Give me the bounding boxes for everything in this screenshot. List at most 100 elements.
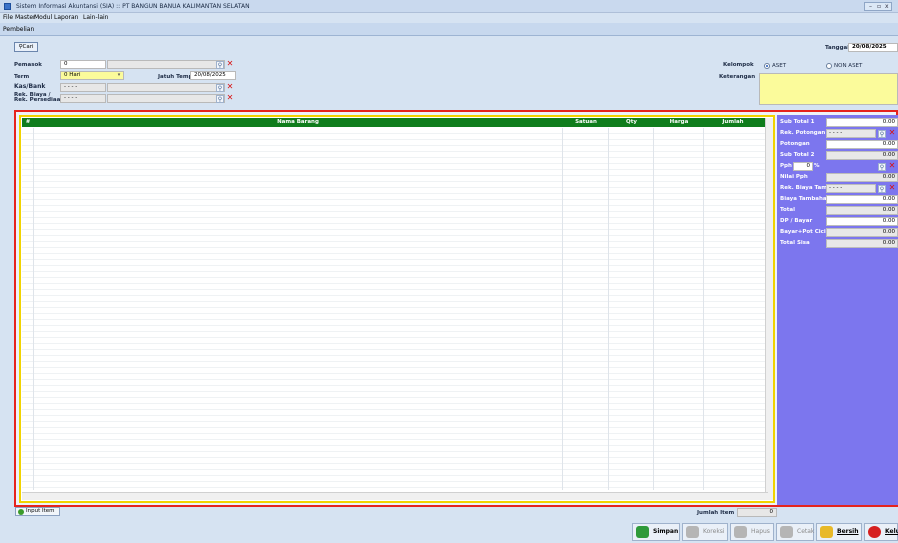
keluar-button[interactable]: Keluar: [864, 523, 898, 541]
pemasok-search-icon[interactable]: ⚲: [216, 61, 224, 69]
grid-body[interactable]: [22, 128, 767, 490]
grid-divider: [653, 128, 654, 490]
tab-pembelian[interactable]: Pembelian: [0, 23, 898, 36]
exit-icon: [868, 526, 881, 538]
grid-divider: [562, 128, 563, 490]
rek-biaya-tamb-row: Rek. Biaya Tamb - - - - ⚲ ✕: [780, 183, 896, 193]
kas-bank-clear-icon[interactable]: ✕: [226, 83, 234, 91]
window-controls[interactable]: – ▫ x: [864, 2, 892, 11]
col-qty[interactable]: Qty: [609, 119, 654, 125]
rek-biaya-name-field: [107, 94, 225, 103]
edit-icon: [686, 526, 699, 538]
dp-bayar-row: DP / Bayar 0.00: [777, 216, 898, 227]
items-grid[interactable]: # Nama Barang Satuan Qty Harga Jumlah: [19, 115, 775, 503]
kelompok-label: Kelompok: [723, 62, 754, 68]
col-harga[interactable]: Harga: [654, 119, 704, 125]
grid-divider: [33, 128, 34, 490]
sub-total-1-row: Sub Total 1 0.00: [777, 117, 898, 128]
sub-total-2-row: Sub Total 2 0.00: [777, 150, 898, 161]
col-jumlah[interactable]: Jumlah: [704, 119, 762, 125]
radio-non-aset-label: NON ASET: [834, 63, 863, 69]
window-title: Sistem Informasi Akuntansi (SIA) :: PT B…: [16, 3, 250, 10]
grid-divider: [703, 128, 704, 490]
add-icon: [18, 509, 24, 515]
radio-aset-label: ASET: [772, 63, 787, 69]
rek-potongan-clear-icon[interactable]: ✕: [888, 129, 896, 137]
input-item-button[interactable]: Input Item: [15, 507, 60, 516]
radio-aset[interactable]: [764, 63, 770, 69]
tanggal-label: Tanggal: [825, 45, 850, 51]
cetak-button[interactable]: Cetak: [776, 523, 814, 541]
print-icon: [780, 526, 793, 538]
jatuh-tempo-field[interactable]: 20/08/2025: [190, 71, 236, 80]
col-index[interactable]: #: [24, 119, 32, 125]
rek-biaya-tamb-clear-icon[interactable]: ✕: [888, 184, 896, 192]
menu-master[interactable]: Master: [15, 14, 36, 21]
grid-vertical-scrollbar[interactable]: [765, 118, 773, 500]
term-label: Term: [14, 74, 30, 80]
save-icon: [636, 526, 649, 538]
menu-modul[interactable]: Modul: [34, 14, 52, 21]
minimize-icon[interactable]: –: [869, 3, 872, 10]
app-icon: [4, 3, 11, 10]
pemasok-clear-icon[interactable]: ✕: [226, 60, 234, 68]
rek-biaya-tamb-field: - - - -: [826, 184, 876, 193]
close-icon[interactable]: x: [885, 3, 889, 10]
menu-bar: File Master Modul Laporan Lain-lain: [0, 13, 898, 23]
delete-icon: [734, 526, 747, 538]
rek-biaya-search-icon[interactable]: ⚲: [216, 95, 224, 103]
sub-total-2-value: 0.00: [826, 151, 898, 160]
dp-bayar-field[interactable]: 0.00: [826, 217, 898, 226]
grid-header: # Nama Barang Satuan Qty Harga Jumlah: [22, 118, 767, 127]
sub-total-1-value: 0.00: [826, 118, 898, 127]
pemasok-name-field: [107, 60, 225, 69]
tab-label: Pembelian: [3, 26, 35, 33]
nilai-pph-value: 0.00: [826, 173, 898, 182]
kas-bank-name-field: [107, 83, 225, 92]
grid-horizontal-scrollbar[interactable]: [22, 492, 768, 500]
pph-clear-icon[interactable]: ✕: [888, 162, 896, 170]
pemasok-code-field[interactable]: 0: [60, 60, 106, 69]
menu-file[interactable]: File: [3, 14, 13, 21]
window-titlebar: Sistem Informasi Akuntansi (SIA) :: PT B…: [0, 0, 898, 13]
simpan-button[interactable]: Simpan: [632, 523, 680, 541]
tanggal-field[interactable]: 20/08/2025: [848, 43, 898, 52]
nilai-pph-row: Nilai Pph 0.00: [777, 172, 898, 183]
total-sisa-value: 0.00: [826, 239, 898, 248]
broom-icon: [820, 526, 833, 538]
radio-non-aset[interactable]: [826, 63, 832, 69]
total-value: 0.00: [826, 206, 898, 215]
pph-row: Pph 0% ⚲ ✕: [780, 161, 896, 171]
chevron-down-icon[interactable]: ▾: [115, 72, 123, 80]
kas-bank-code-field: - - - -: [60, 83, 106, 92]
pph-field[interactable]: 0: [793, 162, 813, 171]
rek-potongan-row: Rek. Potongan - - - - ⚲ ✕: [780, 128, 896, 138]
pph-search-icon[interactable]: ⚲: [878, 163, 886, 171]
cari-button[interactable]: ⚲Cari: [14, 42, 38, 52]
maximize-icon[interactable]: ▫: [877, 3, 881, 10]
potongan-row: Potongan 0.00: [777, 139, 898, 150]
koreksi-button[interactable]: Koreksi: [682, 523, 728, 541]
rek-potongan-search-icon[interactable]: ⚲: [878, 130, 886, 138]
total-sisa-row: Total Sisa 0.00: [777, 238, 898, 249]
rek-biaya-tamb-search-icon[interactable]: ⚲: [878, 185, 886, 193]
rek-biaya-clear-icon[interactable]: ✕: [226, 94, 234, 102]
biaya-tambahan-field[interactable]: 0.00: [826, 195, 898, 204]
pph-unit: %: [814, 163, 820, 169]
hapus-button[interactable]: Hapus: [730, 523, 774, 541]
col-nama-barang[interactable]: Nama Barang: [34, 119, 562, 125]
rek-potongan-field: - - - -: [826, 129, 876, 138]
bayar-pot-cicil-row: Bayar+Pot Cicil 0.00: [777, 227, 898, 238]
keterangan-textarea[interactable]: [759, 73, 898, 105]
bayar-pot-cicil-value: 0.00: [826, 228, 898, 237]
kas-bank-search-icon[interactable]: ⚲: [216, 84, 224, 92]
col-satuan[interactable]: Satuan: [563, 119, 609, 125]
biaya-tambahan-row: Biaya Tambahan 0.00: [777, 194, 898, 205]
menu-laporan[interactable]: Laporan: [54, 14, 78, 21]
rek-biaya-code-field: - - - -: [60, 94, 106, 103]
bersih-button[interactable]: Bersih: [816, 523, 862, 541]
pemasok-label: Pemasok: [14, 62, 42, 68]
potongan-field[interactable]: 0.00: [826, 140, 898, 149]
menu-lain-lain[interactable]: Lain-lain: [83, 14, 108, 21]
jumlah-item-label: Jumlah Item: [697, 510, 735, 516]
